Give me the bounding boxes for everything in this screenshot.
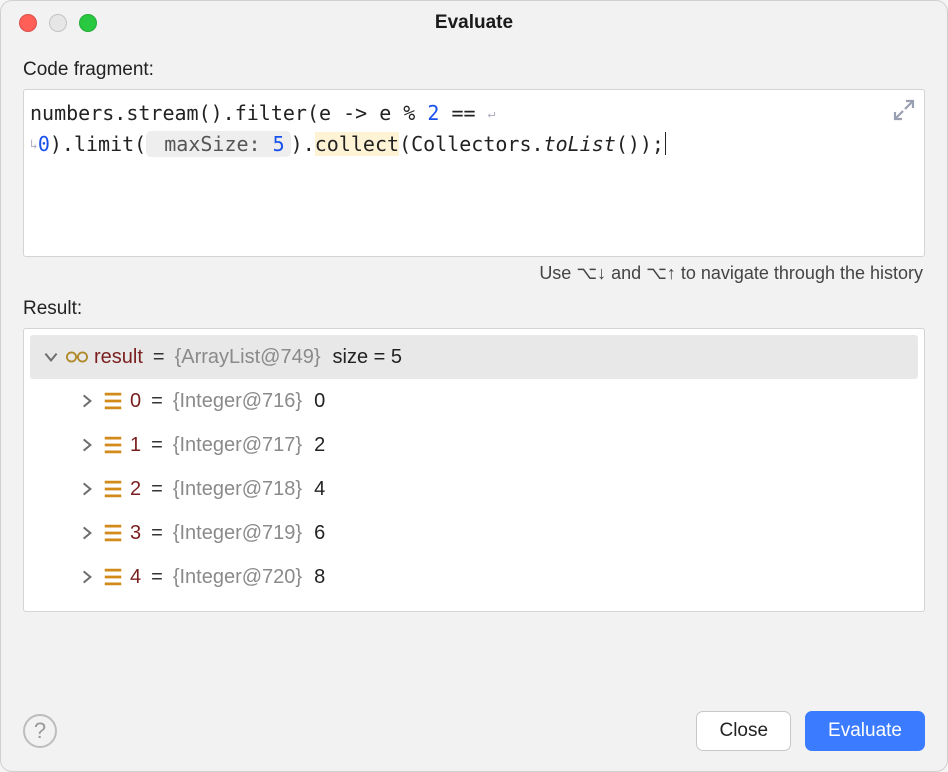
element-value: 4 bbox=[314, 478, 325, 501]
evaluate-dialog: Evaluate Code fragment: numbers.stream()… bbox=[0, 0, 948, 772]
history-hint: Use ⌥↓ and ⌥↑ to navigate through the hi… bbox=[23, 257, 925, 298]
object-reference: {Integer@719} bbox=[173, 522, 302, 545]
equals-sign: = bbox=[151, 434, 163, 457]
zoom-window-button[interactable] bbox=[79, 14, 97, 32]
size-text: size = 5 bbox=[333, 346, 402, 369]
window-controls bbox=[1, 14, 97, 32]
soft-wrap-icon: ↵ bbox=[488, 106, 496, 121]
variable-name: result bbox=[94, 346, 143, 369]
object-reference: {Integer@718} bbox=[173, 478, 302, 501]
chevron-down-icon bbox=[42, 348, 60, 366]
tree-item-row[interactable]: 1 = {Integer@717} 2 bbox=[30, 423, 918, 467]
array-element-icon bbox=[102, 434, 124, 456]
array-element-icon bbox=[102, 566, 124, 588]
equals-sign: = bbox=[151, 390, 163, 413]
code-text: ). bbox=[291, 132, 315, 156]
object-reference: {Integer@720} bbox=[173, 566, 302, 589]
code-text: ).limit( bbox=[50, 132, 146, 156]
close-window-button[interactable] bbox=[19, 14, 37, 32]
tree-item-row[interactable]: 0 = {Integer@716} 0 bbox=[30, 379, 918, 423]
result-tree[interactable]: result = {ArrayList@749} size = 5 0 = {I… bbox=[23, 328, 925, 612]
chevron-right-icon bbox=[78, 480, 96, 498]
parameter-hint: maxSize: 5 bbox=[146, 131, 290, 157]
array-element-icon bbox=[102, 390, 124, 412]
soft-wrap-continuation-icon: ↳ bbox=[30, 137, 38, 152]
tree-root-row[interactable]: result = {ArrayList@749} size = 5 bbox=[30, 335, 918, 379]
close-button[interactable]: Close bbox=[696, 711, 791, 751]
element-index: 2 bbox=[130, 478, 141, 501]
array-element-icon bbox=[102, 522, 124, 544]
code-fragment-input[interactable]: numbers.stream().filter(e -> e % 2 == ↵ … bbox=[23, 89, 925, 257]
tree-item-row[interactable]: 4 = {Integer@720} 8 bbox=[30, 555, 918, 599]
code-number: 2 bbox=[427, 101, 439, 125]
equals-sign: = bbox=[151, 478, 163, 501]
chevron-right-icon bbox=[78, 436, 96, 454]
code-highlight: collect bbox=[315, 132, 399, 156]
tree-item-row[interactable]: 2 = {Integer@718} 4 bbox=[30, 467, 918, 511]
evaluate-button[interactable]: Evaluate bbox=[805, 711, 925, 751]
code-text: (Collectors. bbox=[399, 132, 544, 156]
dialog-title: Evaluate bbox=[1, 12, 947, 34]
dialog-content: Code fragment: numbers.stream().filter(e… bbox=[1, 45, 947, 693]
chevron-right-icon bbox=[78, 568, 96, 586]
chevron-right-icon bbox=[78, 524, 96, 542]
object-reference: {Integer@716} bbox=[173, 390, 302, 413]
tree-item-row[interactable]: 3 = {Integer@719} 6 bbox=[30, 511, 918, 555]
code-static-call: toList bbox=[544, 132, 616, 156]
chevron-right-icon bbox=[78, 392, 96, 410]
element-value: 0 bbox=[314, 390, 325, 413]
element-index: 0 bbox=[130, 390, 141, 413]
equals-sign: = bbox=[151, 566, 163, 589]
element-value: 8 bbox=[314, 566, 325, 589]
code-text: == bbox=[439, 101, 487, 125]
array-element-icon bbox=[102, 478, 124, 500]
element-index: 3 bbox=[130, 522, 141, 545]
code-number: 0 bbox=[38, 132, 50, 156]
element-value: 6 bbox=[314, 522, 325, 545]
dialog-footer: ? Close Evaluate bbox=[1, 693, 947, 771]
result-label: Result: bbox=[23, 298, 925, 320]
titlebar: Evaluate bbox=[1, 1, 947, 45]
element-value: 2 bbox=[314, 434, 325, 457]
watch-glasses-icon bbox=[66, 346, 88, 368]
element-index: 1 bbox=[130, 434, 141, 457]
equals-sign: = bbox=[151, 522, 163, 545]
minimize-window-button[interactable] bbox=[49, 14, 67, 32]
text-cursor bbox=[665, 132, 667, 155]
code-text: numbers.stream().filter(e -> e % bbox=[30, 101, 427, 125]
code-text: ()); bbox=[616, 132, 664, 156]
element-index: 4 bbox=[130, 566, 141, 589]
expand-editor-icon[interactable] bbox=[892, 98, 916, 122]
object-reference: {ArrayList@749} bbox=[175, 346, 321, 369]
help-button[interactable]: ? bbox=[23, 714, 57, 748]
object-reference: {Integer@717} bbox=[173, 434, 302, 457]
equals-sign: = bbox=[153, 346, 165, 369]
code-fragment-label: Code fragment: bbox=[23, 59, 925, 81]
